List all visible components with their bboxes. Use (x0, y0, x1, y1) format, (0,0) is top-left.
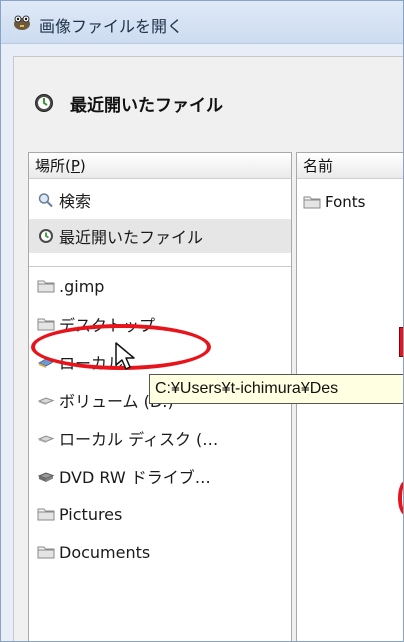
place-item-local-disk-2[interactable]: ローカル ディスク (… (29, 421, 291, 455)
place-item-label: Documents (59, 542, 151, 562)
place-item-label: 最近開いたファイル (59, 228, 204, 247)
search-icon (38, 193, 53, 208)
dialog-content: 最近開いたファイル 場所(P) 検索 最近開いたファイル .gimp デスクト… (13, 56, 403, 641)
window-title: 画像ファイルを開く (39, 17, 184, 36)
place-item-label: Pictures (59, 504, 123, 524)
name-column-header[interactable]: 名前 (297, 153, 403, 179)
file-item-label: Fonts (325, 193, 366, 211)
recent-icon (39, 229, 53, 243)
place-item-pictures[interactable]: Pictures (29, 497, 291, 531)
places-column-label-end: ) (79, 156, 86, 175)
drive-icon (37, 358, 55, 368)
drive-icon (37, 397, 55, 405)
recent-files-header: 最近開いたファイル (34, 89, 223, 117)
red-annotation-marker (399, 327, 403, 357)
place-item-search[interactable]: 検索 (29, 183, 291, 217)
places-column-label-start: 場所( (35, 157, 71, 175)
folder-icon (37, 508, 55, 521)
place-item-gimp[interactable]: .gimp (29, 269, 291, 303)
folder-icon (37, 546, 55, 559)
title-bar: 画像ファイルを開く (1, 1, 403, 44)
places-column-header[interactable]: 場所(P) (29, 153, 291, 179)
places-separator (29, 266, 291, 267)
folder-icon (303, 196, 321, 209)
drive-icon (37, 435, 55, 443)
recent-files-title: 最近開いたファイル (70, 95, 223, 116)
mouse-cursor-icon (115, 342, 135, 370)
places-column-mnemonic: P (70, 156, 80, 175)
recent-icon (35, 94, 53, 112)
place-item-recent[interactable]: 最近開いたファイル (29, 219, 291, 253)
path-tooltip: C:¥Users¥t-ichimura¥Des (149, 374, 403, 404)
place-item-dvd-drive[interactable]: DVD RW ドライブ… (29, 459, 291, 493)
place-item-label: 検索 (59, 192, 92, 211)
dvd-drive-icon (37, 472, 55, 482)
open-image-dialog: 画像ファイルを開く 最近開いたファイル 場所(P) 検索 最近開いたファイル … (0, 0, 404, 642)
place-item-desktop[interactable]: デスクトップ (29, 307, 291, 341)
place-item-label: デスクトップ (59, 316, 156, 335)
folder-icon (37, 280, 55, 293)
folder-icon (37, 318, 55, 331)
name-column-label: 名前 (303, 157, 334, 175)
place-item-label: .gimp (59, 276, 105, 296)
place-item-documents[interactable]: Documents (29, 535, 291, 569)
place-item-label: ローカル ディスク (… (59, 430, 219, 449)
place-item-label: DVD RW ドライブ… (59, 468, 211, 487)
gimp-app-icon (14, 15, 30, 30)
file-item-fonts[interactable]: Fonts (297, 189, 403, 215)
